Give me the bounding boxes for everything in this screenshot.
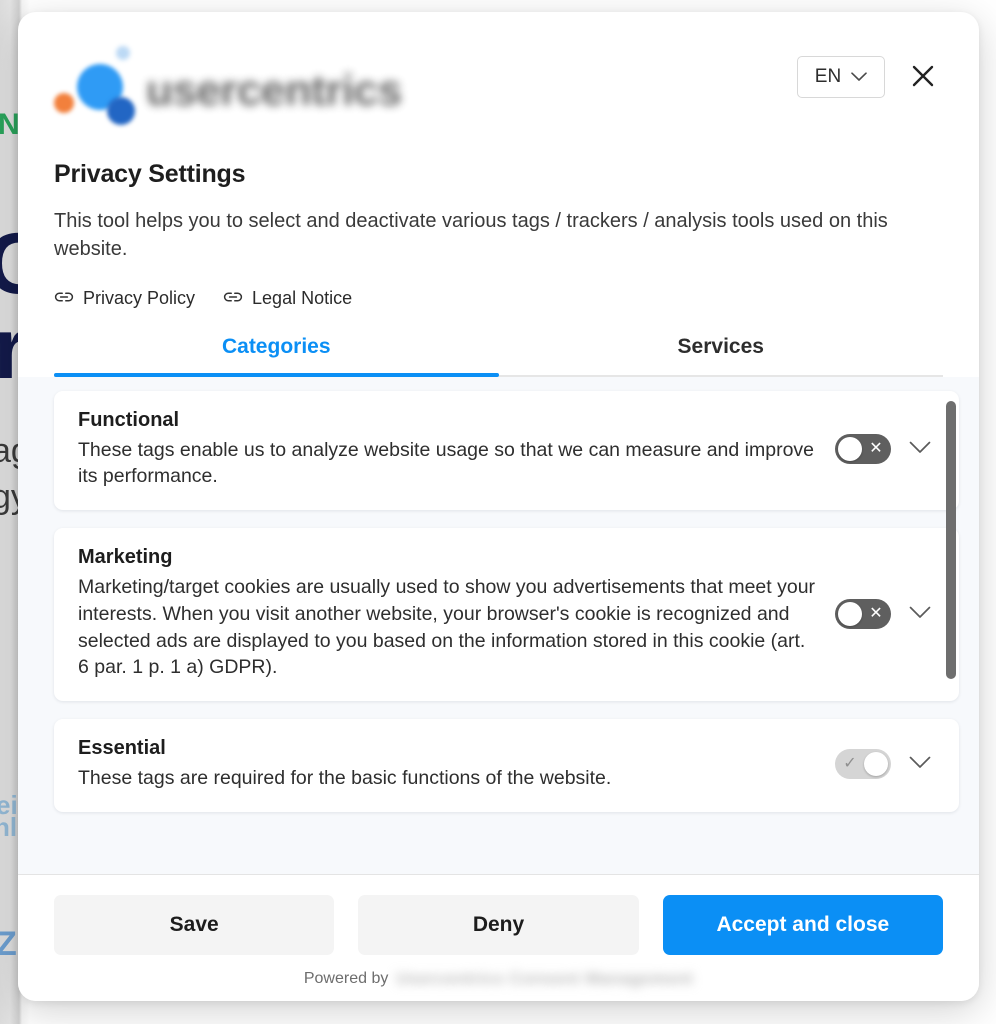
category-text: Essential These tags are required for th…	[78, 737, 821, 792]
privacy-policy-link[interactable]: Privacy Policy	[54, 288, 195, 309]
toggle-knob	[864, 752, 888, 777]
category-description: These tags enable us to analyze website …	[78, 438, 815, 488]
scrollbar-track[interactable]	[945, 391, 957, 864]
legal-notice-link[interactable]: Legal Notice	[223, 288, 352, 309]
legal-notice-link-label: Legal Notice	[252, 287, 353, 308]
usercentrics-logo: usercentrics	[54, 40, 424, 126]
link-icon	[223, 288, 243, 309]
background-text-fragment: nl	[0, 812, 18, 842]
category-card-essential[interactable]: Essential These tags are required for th…	[54, 719, 959, 812]
legal-links: Privacy Policy Legal Notice	[54, 288, 943, 309]
tab-services[interactable]: Services	[499, 335, 944, 375]
header-controls: EN	[797, 40, 943, 98]
footer-button-group: Save Deny Accept and close	[54, 895, 943, 955]
powered-by-label: Powered by	[303, 970, 389, 987]
category-card-marketing[interactable]: Marketing Marketing/target cookies are u…	[54, 528, 959, 701]
tab-categories[interactable]: Categories	[54, 335, 499, 377]
privacy-settings-dialog: usercentrics EN Privacy Settings This to…	[18, 12, 979, 1001]
toggle-knob	[838, 601, 862, 626]
chevron-down-icon	[909, 606, 931, 622]
toggle-cross-icon: ✕	[869, 440, 883, 458]
category-controls: ✓	[835, 749, 935, 780]
expand-category-marketing-button[interactable]	[905, 599, 935, 629]
accept-and-close-button[interactable]: Accept and close	[662, 895, 943, 955]
chevron-down-icon	[851, 72, 868, 82]
page-title: Privacy Settings	[54, 160, 246, 188]
category-text: Marketing Marketing/target cookies are u…	[78, 546, 821, 681]
powered-by-brand: Usercentrics Consent Management	[396, 969, 694, 988]
category-text: Functional These tags enable us to analy…	[78, 409, 821, 490]
tab-bar: Categories Services	[54, 335, 943, 377]
logo-dot-pale-icon	[116, 46, 130, 60]
category-description: Marketing/target cookies are usually use…	[78, 576, 816, 679]
logo-dot-navy-icon	[107, 97, 135, 125]
link-icon	[54, 288, 74, 309]
toggle-cross-icon: ✕	[869, 604, 883, 622]
category-card-functional[interactable]: Functional These tags enable us to analy…	[54, 390, 959, 511]
toggle-check-icon: ✓	[843, 755, 857, 773]
close-icon	[910, 63, 936, 92]
language-selector[interactable]: EN	[797, 56, 885, 98]
categories-list: Functional These tags enable us to analy…	[54, 390, 959, 864]
dialog-header: usercentrics EN Privacy Settings This to…	[18, 12, 979, 377]
powered-by: Powered by Usercentrics Consent Manageme…	[54, 969, 943, 989]
category-title: Marketing	[78, 546, 173, 569]
chevron-down-icon	[909, 441, 931, 457]
expand-category-functional-button[interactable]	[905, 434, 935, 464]
logo-wordmark: usercentrics	[146, 66, 402, 115]
language-selector-value: EN	[814, 66, 842, 87]
save-button[interactable]: Save	[54, 895, 335, 955]
category-toggle-marketing[interactable]: ✕	[835, 598, 891, 629]
category-title: Essential	[78, 737, 166, 759]
category-title: Functional	[78, 408, 180, 431]
expand-category-essential-button[interactable]	[905, 749, 935, 779]
category-toggle-essential: ✓	[835, 749, 891, 780]
deny-button[interactable]: Deny	[358, 895, 639, 955]
chevron-down-icon	[909, 756, 931, 772]
logo-dot-orange-icon	[54, 93, 74, 113]
close-button[interactable]	[903, 57, 943, 97]
header-top-row: usercentrics EN	[54, 40, 943, 126]
toggle-knob	[838, 437, 862, 462]
category-description: These tags are required for the basic fu…	[78, 767, 612, 789]
dialog-footer: Save Deny Accept and close Powered by Us…	[18, 874, 979, 1001]
category-controls: ✕	[835, 434, 935, 465]
category-toggle-functional[interactable]: ✕	[835, 434, 891, 465]
categories-scroll-area[interactable]: Functional These tags enable us to analy…	[18, 376, 979, 874]
dialog-description: This tool helps you to select and deacti…	[54, 210, 888, 261]
privacy-policy-link-label: Privacy Policy	[83, 287, 196, 308]
scrollbar-thumb[interactable]	[946, 400, 956, 679]
category-controls: ✕	[835, 598, 935, 629]
